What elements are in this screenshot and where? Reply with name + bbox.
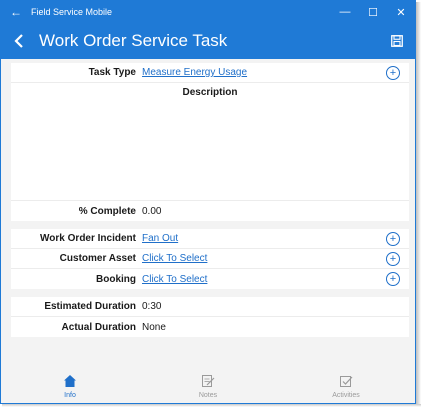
task-type-label: Task Type [88, 67, 136, 78]
task-panel: Task Type Measure Energy Usage + Descrip… [11, 63, 409, 221]
notes-icon [201, 372, 215, 390]
duration-panel: Estimated Duration 0:30 Actual Duration … [11, 297, 409, 337]
title-bar: ← Field Service Mobile — ☐ ✕ [1, 1, 415, 23]
actual-duration-value[interactable]: None [142, 322, 409, 333]
activities-icon [339, 372, 353, 390]
form-content: Task Type Measure Energy Usage + Descrip… [11, 63, 409, 345]
add-customer-asset-icon[interactable]: + [386, 252, 400, 266]
bottom-nav: Info Notes Activities [1, 366, 415, 403]
description-label: Description [182, 87, 238, 98]
close-button[interactable]: ✕ [387, 1, 415, 23]
related-panel: Work Order Incident Fan Out + Customer A… [11, 229, 409, 289]
estimated-duration-row: Estimated Duration 0:30 [11, 297, 409, 317]
incident-link[interactable]: Fan Out [142, 233, 409, 244]
maximize-button[interactable]: ☐ [359, 1, 387, 23]
page-title: Work Order Service Task [39, 31, 228, 50]
incident-label: Work Order Incident [40, 233, 136, 244]
customer-asset-label: Customer Asset [59, 253, 136, 264]
save-icon [391, 35, 403, 47]
app-window: ← Field Service Mobile — ☐ ✕ Work Order … [0, 0, 416, 404]
window-back-button[interactable]: ← [1, 5, 31, 19]
actual-duration-row: Actual Duration None [11, 317, 409, 337]
task-type-link[interactable]: Measure Energy Usage [142, 67, 409, 78]
window-shadow-right [416, 2, 421, 407]
task-type-row: Task Type Measure Energy Usage + [11, 63, 409, 83]
back-button[interactable] [1, 23, 37, 59]
nav-info-label: Info [64, 391, 76, 399]
booking-row: Booking Click To Select + [11, 269, 409, 289]
nav-info[interactable]: Info [1, 366, 139, 403]
estimated-duration-label: Estimated Duration [44, 301, 136, 312]
app-bar: Work Order Service Task [1, 23, 415, 59]
percent-complete-label: % Complete [78, 205, 136, 217]
home-icon [63, 372, 77, 390]
percent-complete-value[interactable]: 0.00 [142, 206, 409, 217]
minimize-button[interactable]: — [331, 1, 359, 23]
chevron-left-icon [14, 34, 23, 48]
nav-activities-label: Activities [332, 391, 360, 399]
add-incident-icon[interactable]: + [386, 232, 400, 246]
save-button[interactable] [379, 23, 415, 59]
nav-notes-label: Notes [198, 391, 218, 399]
window-title: Field Service Mobile [31, 7, 113, 17]
add-booking-icon[interactable]: + [386, 272, 400, 286]
nav-notes[interactable]: Notes [139, 366, 277, 403]
booking-label: Booking [96, 273, 136, 285]
description-field[interactable]: Description [11, 83, 409, 201]
booking-link[interactable]: Click To Select [142, 274, 409, 285]
percent-complete-row: % Complete 0.00 [11, 201, 409, 221]
actual-duration-label: Actual Duration [61, 321, 136, 333]
incident-row: Work Order Incident Fan Out + [11, 229, 409, 249]
nav-activities[interactable]: Activities [277, 366, 415, 403]
customer-asset-row: Customer Asset Click To Select + [11, 249, 409, 269]
customer-asset-link[interactable]: Click To Select [142, 253, 409, 264]
add-task-type-icon[interactable]: + [386, 66, 400, 80]
estimated-duration-value[interactable]: 0:30 [142, 301, 409, 312]
